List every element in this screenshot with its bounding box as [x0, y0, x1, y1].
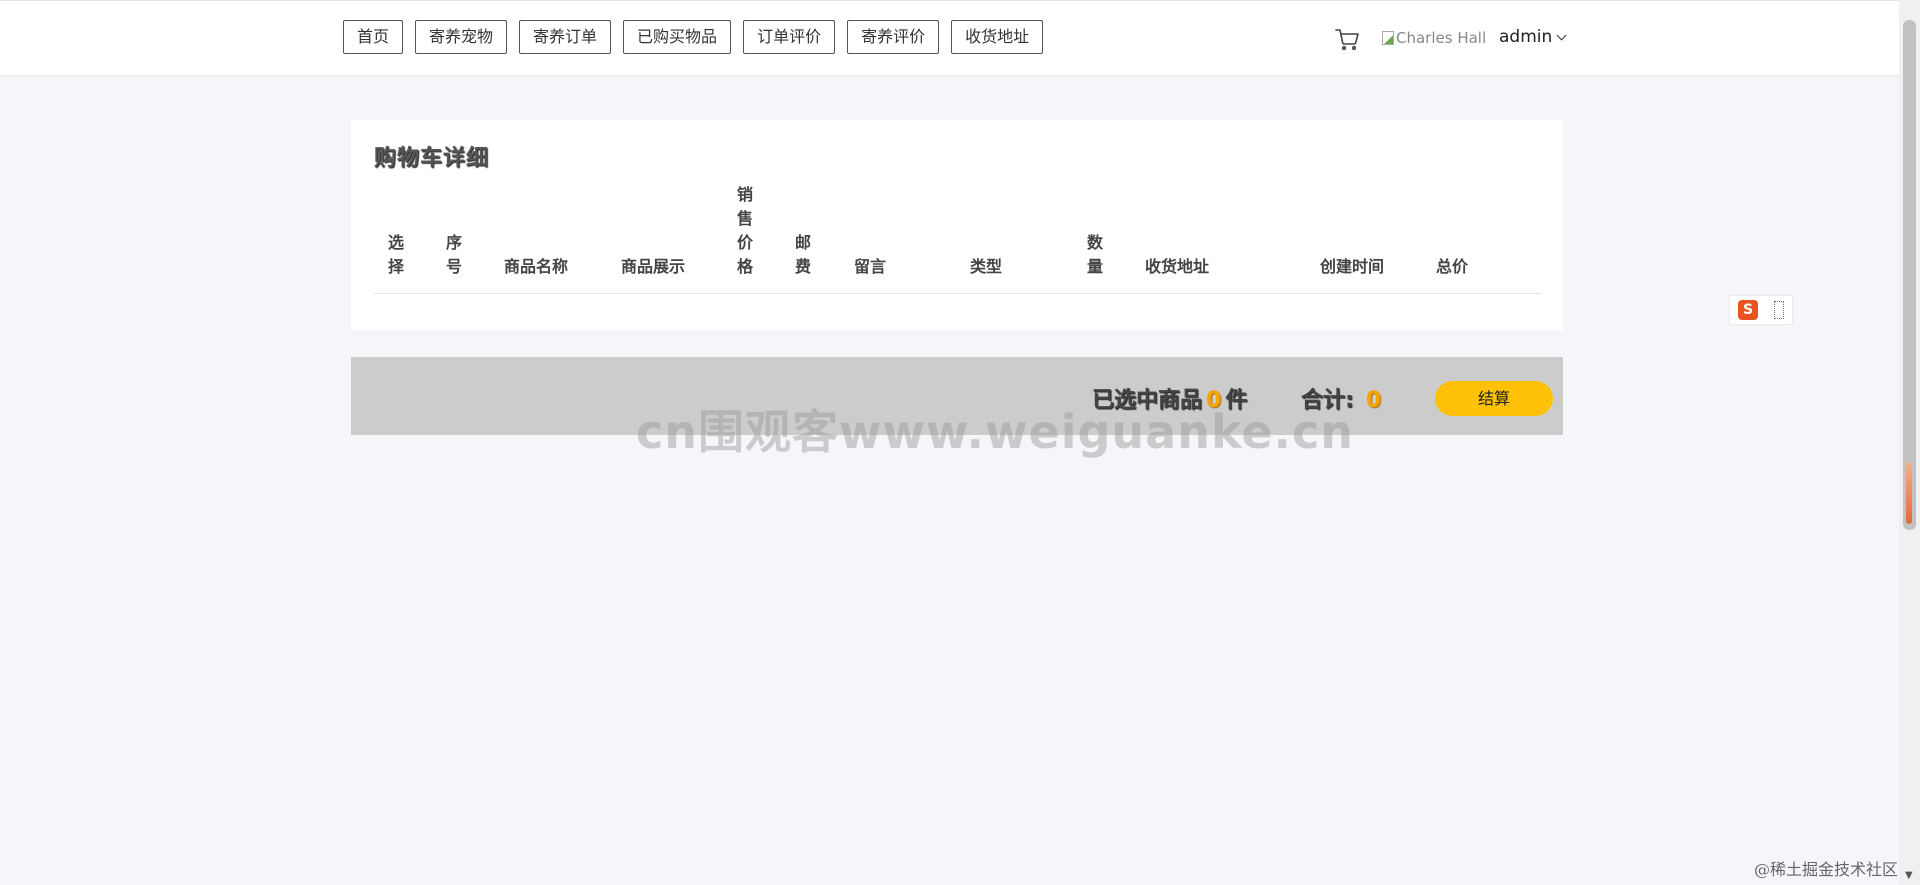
- vertical-scrollbar[interactable]: ▼: [1899, 0, 1920, 885]
- username-label: admin: [1499, 27, 1553, 47]
- column-header-shipping-fee: 邮费: [795, 233, 812, 276]
- column-header-quantity: 数量: [1087, 233, 1104, 276]
- column-header-created-time: 创建时间: [1320, 257, 1385, 276]
- cart-table-header: 选择 序号 商品名称 商品展示 销售价格 邮费 留言 类型 数量 收货地址 创建…: [374, 180, 1541, 294]
- column-header-type: 类型: [970, 257, 1003, 276]
- nav-purchased-items-button[interactable]: 已购买物品: [623, 20, 732, 54]
- nav-foster-pets-button[interactable]: 寄养宠物: [415, 20, 508, 54]
- card-title: 购物车详细: [374, 146, 490, 171]
- watermark: cn围观客www.weiguanke.cn: [636, 405, 1355, 459]
- scrollbar-thumb[interactable]: [1903, 20, 1916, 530]
- s-logo-icon[interactable]: S: [1738, 300, 1758, 320]
- footer-credit: @稀土掘金技术社区: [1754, 860, 1899, 879]
- cart-detail-card: 购物车详细 选择 序号 商品名称 商品展示 销售价格 邮费 留言 类型 数量 收…: [351, 120, 1563, 330]
- broken-image-icon: [1382, 31, 1394, 45]
- floating-widget[interactable]: S: [1730, 296, 1792, 324]
- nav-shipping-address-button[interactable]: 收货地址: [951, 20, 1044, 54]
- user-menu-dropdown[interactable]: admin: [1499, 27, 1567, 47]
- expand-icon[interactable]: [1774, 301, 1784, 319]
- nav-order-reviews-button[interactable]: 订单评价: [743, 20, 836, 54]
- total-value: 0: [1365, 388, 1382, 413]
- avatar[interactable]: Charles Hall: [1382, 29, 1486, 47]
- nav-home-button[interactable]: 首页: [343, 20, 404, 54]
- column-header-sale-price: 销售价格: [737, 185, 754, 276]
- chevron-down-icon: [1556, 30, 1567, 40]
- column-header-product-name: 商品名称: [504, 257, 569, 276]
- cart-icon[interactable]: [1335, 28, 1359, 52]
- column-header-product-display: 商品展示: [621, 257, 686, 276]
- nav-foster-orders-button[interactable]: 寄养订单: [519, 20, 612, 54]
- nav-foster-reviews-button[interactable]: 寄养评价: [847, 20, 940, 54]
- column-header-index: 序号: [446, 233, 463, 276]
- column-header-total-price: 总价: [1436, 257, 1469, 276]
- scroll-marker: [1906, 462, 1912, 524]
- checkout-button[interactable]: 结算: [1435, 381, 1553, 416]
- column-header-shipping-address: 收货地址: [1145, 257, 1210, 276]
- avatar-alt-text: Charles Hall: [1396, 29, 1487, 47]
- scroll-down-arrow-icon[interactable]: ▼: [1905, 870, 1913, 881]
- main-nav: 首页 寄养宠物 寄养订单 已购买物品 订单评价 寄养评价 收货地址: [343, 20, 1044, 54]
- top-navbar: 首页 寄养宠物 寄养订单 已购买物品 订单评价 寄养评价 收货地址 Charle…: [0, 0, 1899, 75]
- column-header-select: 选择: [388, 233, 405, 276]
- column-header-message: 留言: [854, 257, 887, 276]
